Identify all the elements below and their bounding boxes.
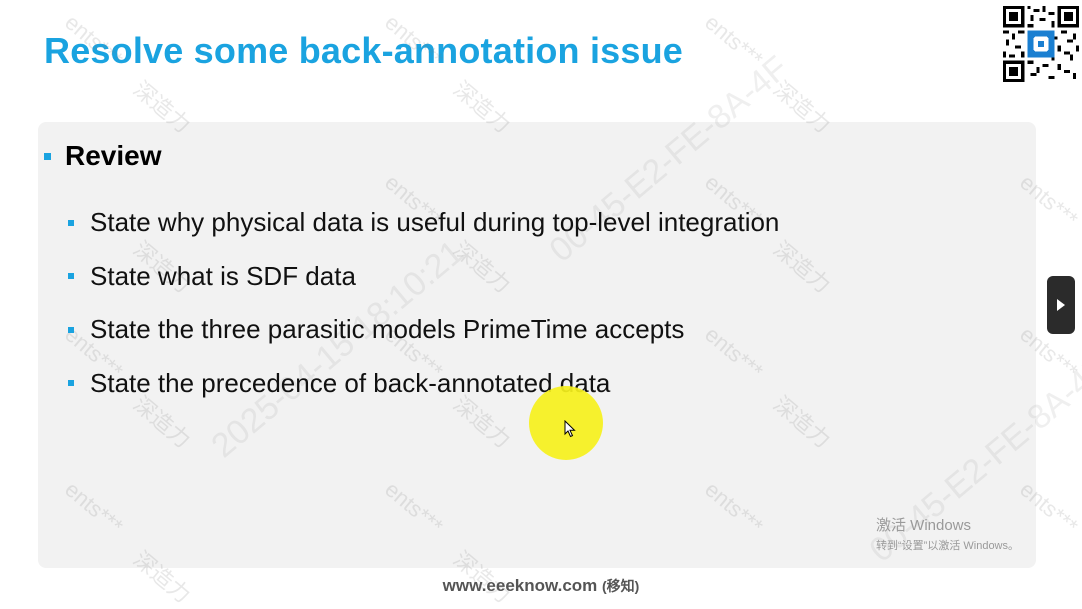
section-heading: Review: [44, 140, 162, 172]
bullet-square-icon: [44, 152, 51, 160]
windows-activation-notice: 激活 Windows 转到“设置”以激活 Windows。: [876, 514, 1019, 553]
section-heading-label: Review: [65, 140, 162, 171]
bullet-square-icon: [68, 380, 74, 387]
review-list: State why physical data is useful during…: [68, 196, 779, 410]
next-slide-button[interactable]: [1047, 276, 1075, 334]
list-item: State the precedence of back-annotated d…: [68, 357, 779, 411]
activation-subtitle: 转到“设置”以激活 Windows。: [876, 540, 1020, 552]
list-item: State why physical data is useful during…: [68, 196, 779, 250]
list-item-text: State the precedence of back-annotated d…: [90, 367, 611, 398]
list-item: State what is SDF data: [68, 250, 779, 304]
activation-title: 激活 Windows: [876, 517, 972, 534]
slide-title: Resolve some back-annotation issue: [44, 30, 683, 71]
mouse-pointer-icon: [564, 420, 576, 438]
list-item-text: State the three parasitic models PrimeTi…: [90, 314, 685, 345]
bullet-square-icon: [68, 219, 74, 226]
bullet-square-icon: [68, 326, 74, 333]
footer: www.eeeknow.com (移知): [0, 576, 1082, 596]
slide: Resolve some back-annotation issue ents*…: [0, 0, 1082, 608]
play-triangle-icon: [1057, 299, 1065, 311]
list-item-text: State why physical data is useful during…: [90, 207, 780, 238]
footer-suffix: (移知): [602, 578, 640, 594]
qr-code-icon: [1003, 6, 1079, 82]
list-item: State the three parasitic models PrimeTi…: [68, 303, 779, 357]
list-item-text: State what is SDF data: [90, 260, 356, 291]
bullet-square-icon: [68, 273, 74, 280]
footer-url: www.eeeknow.com: [442, 576, 598, 595]
watermark-text: ents***: [700, 9, 768, 72]
